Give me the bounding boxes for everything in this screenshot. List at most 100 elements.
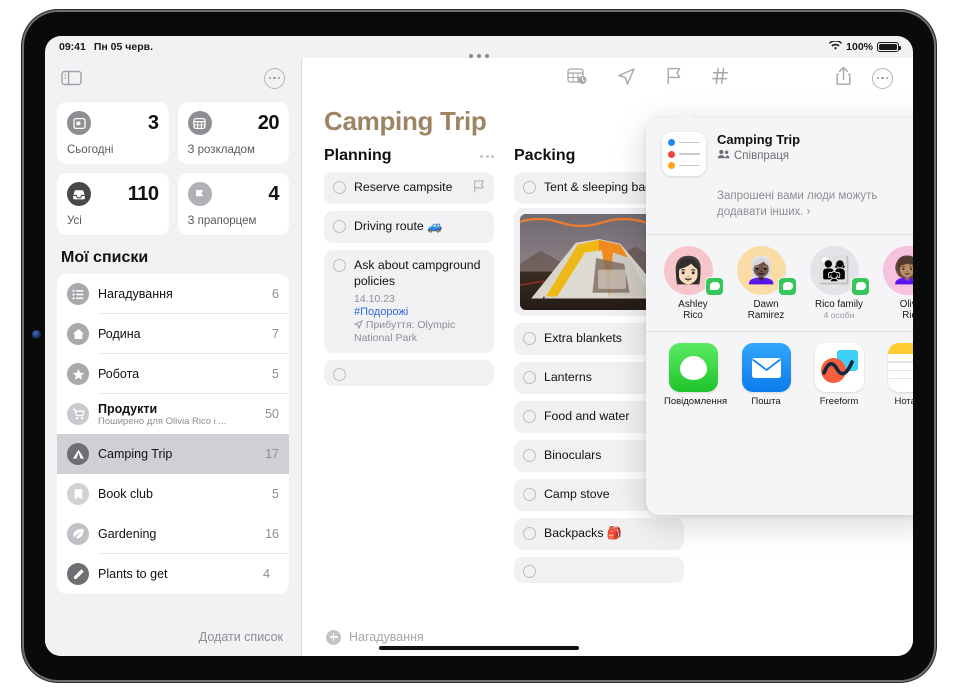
app-label: Freeform [819,396,859,408]
pencil-icon [67,563,89,585]
task-empty-row[interactable] [324,360,494,387]
share-sheet-header: Camping Trip Співпраця [646,118,913,176]
person-name: Rico family [815,298,863,310]
column-more-icon[interactable] [480,154,494,158]
task-item[interactable]: Ask about campground policies 14.10.23 #По… [324,249,494,354]
share-icon[interactable] [835,66,852,91]
column-planning: Planning Reserve campsite Driving route 🚙 A… [314,147,504,590]
sidebar-item-plants-to-get[interactable]: Plants to get 4 [57,554,289,594]
list-count: 4 [263,567,270,581]
sidebar-item-продукти[interactable]: Продукти Поширено для Olivia Rico і ... 50 [57,394,289,434]
notes-app-icon [887,343,913,393]
share-apps-row[interactable]: ПовідомленняПоштаFreeformНотаткиЗаг поси [646,332,913,429]
task-item[interactable]: Driving route 🚙 [324,211,494,243]
sidebar-item-book-club[interactable]: Book club 5 [57,474,289,514]
task-checkbox[interactable] [333,258,346,272]
inbox-all-icon [67,182,91,206]
list-name: Gardening [98,527,157,541]
my-lists-heading: Мої списки [61,249,149,266]
smart-list-1[interactable]: 20 З розкладом [177,102,289,164]
task-empty-row[interactable] [514,556,684,583]
add-list-button[interactable]: Додати список [199,630,283,644]
mail-app-icon [741,343,791,393]
list-count: 16 [265,527,279,541]
share-sheet-note[interactable]: Запрошені вами люди можуть додавати інши… [646,176,913,234]
task-item[interactable]: Backpacks 🎒 [514,517,684,550]
freeform-app-icon [814,343,864,393]
share-app-1[interactable]: Пошта [737,343,795,419]
task-checkbox[interactable] [523,370,536,384]
task-title: Backpacks 🎒 [544,525,623,540]
column-header: Planning [324,147,494,165]
status-time: 09:41 [59,41,86,53]
share-person-0[interactable]: 👩🏻 Ashley Rico [664,245,724,323]
task-checkbox[interactable] [523,409,536,423]
share-app-0[interactable]: Повідомлення [664,343,728,419]
sidebar-item-нагадування[interactable]: Нагадування 6 [57,274,289,314]
task-checkbox[interactable] [523,448,536,462]
list-count: 6 [272,287,279,301]
task-checkbox[interactable] [523,564,536,578]
ipad-screen: 09:41 Пн 05 черв. 100% 3 Сьогодні 20 З р… [45,36,913,656]
task-checkbox[interactable] [523,526,536,540]
smart-list-count: 4 [268,182,279,205]
calendar-scheduled-icon [187,111,212,135]
messages-badge [705,276,724,296]
task-checkbox[interactable] [333,368,346,382]
task-title: Driving route 🚙 [354,219,443,233]
house-icon [67,323,89,345]
sidebar-toggle-icon[interactable] [61,70,82,86]
bezel-camera-dot [32,330,41,339]
my-lists-card: Нагадування 6 Родина 7 Робота 5 Продукти Пошире… [57,274,289,594]
task-checkbox[interactable] [523,331,536,345]
list-count: 50 [265,407,279,421]
sidebar-item-camping-trip[interactable]: Camping Trip 17 [57,434,289,474]
home-indicator [379,646,579,650]
location-arrow-icon[interactable] [617,67,636,90]
list-count: 5 [272,367,279,381]
multitasking-dots[interactable] [469,54,489,58]
app-label: Повідомлення [664,396,728,408]
task-item[interactable]: Reserve campsite [324,172,494,204]
sidebar-item-родина[interactable]: Родина 7 [57,314,289,354]
share-person-2[interactable]: 👨‍👩‍👧 Rico family 4 особи [810,245,870,323]
list-name: Робота [98,367,140,381]
person-name: Ashley Rico [678,298,708,322]
task-date: 14.10.23 [354,292,395,305]
calendar-badge-icon[interactable] [567,67,587,90]
share-person-1[interactable]: 👩🏿‍🦳 Dawn Ramirez [737,245,797,323]
task-tag[interactable]: #Подорожі [354,306,485,318]
share-people-row[interactable]: 👩🏻 Ashley Rico 👩🏿‍🦳 Dawn Ramirez 👨‍👩‍👧 Rico f… [646,235,913,332]
share-person-3[interactable]: 👩🏽‍🦱 Olivia Rico [883,245,913,323]
main-more-icon[interactable] [872,67,893,89]
task-title: Ask about campground policies [354,257,481,288]
smart-list-count: 20 [257,111,280,134]
people-icon [717,149,730,162]
smart-lists-grid: 3 Сьогодні 20 З розкладом 110 Усі 4 З прапорцем [57,102,289,235]
add-reminder-label: Нагадування [349,630,424,644]
sidebar-item-робота[interactable]: Робота 5 [57,354,289,394]
main-toolbar [302,58,913,98]
share-sheet-title: Camping Trip [717,132,801,147]
list-name: Продукти [98,401,158,416]
share-sheet-subtitle-row: Співпраця [717,149,800,162]
task-checkbox[interactable] [333,181,346,194]
share-app-3[interactable]: Нотатки [883,343,913,419]
list-count: 7 [272,327,279,341]
sidebar-more-icon[interactable] [264,67,285,89]
task-checkbox[interactable] [523,487,536,501]
smart-list-0[interactable]: 3 Сьогодні [57,102,169,164]
task-checkbox[interactable] [333,220,346,233]
hashtag-icon[interactable] [712,67,729,90]
add-reminder-bar[interactable]: Нагадування [302,618,542,656]
sidebar-item-gardening[interactable]: Gardening 16 [57,514,289,554]
list-count: 5 [272,487,279,501]
share-app-2[interactable]: Freeform [810,343,868,419]
smart-list-3[interactable]: 4 З прапорцем [177,173,289,235]
flag-icon [473,180,485,196]
flag-outline-icon[interactable] [666,67,682,90]
smart-list-2[interactable]: 110 Усі [57,173,169,235]
app-label: Нотатки [894,396,913,408]
task-checkbox[interactable] [523,181,536,194]
share-sheet-popover: Camping Trip Співпраця Запрошені вами лю… [646,118,913,515]
